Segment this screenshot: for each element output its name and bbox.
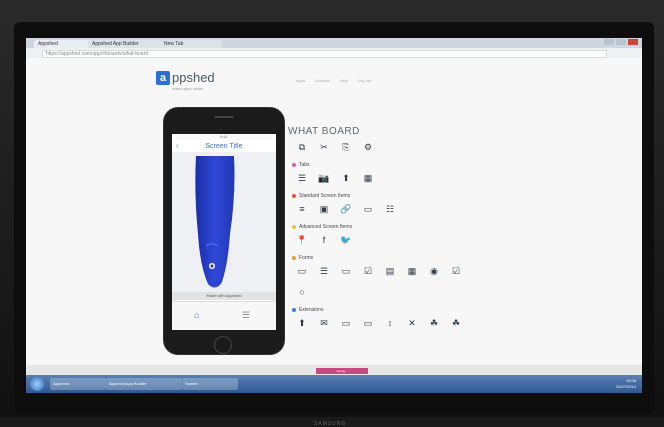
facebook-icon[interactable]: f — [316, 235, 332, 251]
clock-date: 01/07/2014 — [615, 384, 636, 389]
nav-item[interactable]: Apps — [296, 78, 305, 83]
section-dot — [292, 163, 296, 167]
logo-subtitle: make apps online — [172, 86, 204, 91]
board-title: WHAT BOARD — [288, 126, 360, 137]
clover-icon[interactable]: ☘ — [448, 318, 464, 334]
radio-icon[interactable]: ◉ — [426, 266, 442, 282]
phone-screen: 9:41 ‹ Screen Title Made with Appshed ⌂ … — [172, 134, 276, 330]
minimize-button[interactable] — [604, 39, 614, 45]
home-icon[interactable]: ⌂ — [194, 310, 199, 320]
progress-indicator: saving... — [316, 368, 368, 374]
monitor-brand: SAMSUNG — [314, 421, 347, 427]
tabs-icons: ☰ 📷 ⬆ ▦ — [294, 173, 588, 189]
grid-icon[interactable]: ▦ — [360, 173, 376, 189]
page: a ppshed make apps online Apps Account H… — [26, 58, 642, 375]
select-icon[interactable]: ▤ — [382, 266, 398, 282]
browser-tab[interactable]: Appshed — [34, 40, 94, 48]
twitter-icon[interactable]: 🐦 — [338, 235, 354, 251]
widget-icon[interactable]: ▭ — [338, 318, 354, 334]
taskbar-item[interactable]: Screen — [182, 378, 238, 390]
section-dot — [292, 225, 296, 229]
circle-icon[interactable]: ○ — [294, 287, 310, 303]
button-icon[interactable]: ▭ — [360, 204, 376, 220]
widget-icon[interactable]: ▭ — [360, 318, 376, 334]
logo[interactable]: a ppshed — [156, 70, 215, 85]
section-dot — [292, 194, 296, 198]
link-icon[interactable]: 🔗 — [338, 204, 354, 220]
nav-item[interactable]: Log out — [358, 78, 371, 83]
table-icon[interactable]: ☷ — [382, 204, 398, 220]
nav-item[interactable]: Account — [315, 78, 329, 83]
copy-icon[interactable]: ⧉ — [294, 142, 310, 158]
phone-footer: Made with Appshed — [172, 292, 276, 300]
maximize-button[interactable] — [616, 39, 626, 45]
section-standard-items: Standard Screen Items — [292, 193, 588, 199]
logo-mark: a — [156, 70, 170, 85]
paste-icon[interactable]: ⎘ — [338, 142, 354, 158]
clover-icon[interactable]: ☘ — [426, 318, 442, 334]
screen-title: Screen Title — [205, 142, 243, 150]
monitor-screen: Appshed Appshed App Builder New Tab http… — [26, 38, 642, 393]
browser-tab[interactable]: Appshed App Builder — [88, 40, 166, 48]
section-dot — [292, 256, 296, 260]
password-icon[interactable]: ▭ — [338, 266, 354, 282]
settings-icon[interactable]: ⚙ — [360, 142, 376, 158]
advanced-icons: 📍 f 🐦 — [294, 235, 588, 251]
phone-preview: 9:41 ‹ Screen Title Made with Appshed ⌂ … — [164, 108, 284, 354]
phone-tabbar: ⌂ ☰ — [172, 301, 276, 330]
text-icon[interactable]: ≡ — [294, 204, 310, 220]
taskbar: Appshed Appshed App Builder Screen 12:05… — [26, 375, 642, 393]
browser-tab[interactable]: New Tab — [160, 40, 222, 48]
phone-home-button — [214, 336, 232, 354]
start-button[interactable] — [30, 377, 44, 391]
close-icon[interactable]: ✕ — [404, 318, 420, 334]
section-tabs: Tabs — [292, 162, 588, 168]
builder-panel: WHAT BOARD ⧉ ✂ ⎘ ⚙ Tabs ☰ 📷 ⬆ ▦ Standard… — [288, 126, 588, 334]
textarea-icon[interactable]: ☰ — [316, 266, 332, 282]
extensions-icons: ⬆ ✉ ▭ ▭ ↕ ✕ ☘ ☘ — [294, 318, 588, 334]
map-pin-icon[interactable]: 📍 — [294, 235, 310, 251]
resize-icon[interactable]: ↕ — [382, 318, 398, 334]
logo-text: ppshed — [172, 70, 215, 85]
window-controls — [604, 39, 638, 45]
drawing-image — [195, 156, 235, 288]
phone-header: ‹ Screen Title — [172, 140, 276, 152]
cut-icon[interactable]: ✂ — [316, 142, 332, 158]
image-icon[interactable]: ▣ — [316, 204, 332, 220]
nav-item[interactable]: Help — [340, 78, 348, 83]
camera-icon[interactable]: 📷 — [316, 173, 332, 189]
top-nav: Apps Account Help Log out — [296, 78, 371, 83]
section-forms: Forms — [292, 255, 588, 261]
submit-icon[interactable]: ☑ — [448, 266, 464, 282]
date-icon[interactable]: ▦ — [404, 266, 420, 282]
forms-icons-row2: ○ — [294, 287, 588, 303]
toolbar-icons: ⧉ ✂ ⎘ ⚙ — [294, 142, 588, 158]
photo: SAMSUNG Appshed Appshed App Builder New … — [0, 0, 664, 427]
section-advanced-items: Advanced Screen Items — [292, 224, 588, 230]
taskbar-item[interactable]: Appshed — [50, 378, 106, 390]
section-extensions: Extensions — [292, 307, 588, 313]
upload-icon[interactable]: ⬆ — [338, 173, 354, 189]
textbox-icon[interactable]: ▭ — [294, 266, 310, 282]
checkbox-icon[interactable]: ☑ — [360, 266, 376, 282]
back-icon[interactable]: ‹ — [176, 143, 178, 150]
standard-icons: ≡ ▣ 🔗 ▭ ☷ — [294, 204, 588, 220]
mail-icon[interactable]: ✉ — [316, 318, 332, 334]
list-icon[interactable]: ☰ — [242, 310, 250, 321]
taskbar-clock: 12:05 01/07/2014 — [616, 378, 636, 390]
taskbar-item[interactable]: Appshed App Builder — [106, 378, 182, 390]
list-icon[interactable]: ☰ — [294, 173, 310, 189]
forms-icons: ▭ ☰ ▭ ☑ ▤ ▦ ◉ ☑ — [294, 266, 588, 282]
close-button[interactable] — [628, 39, 638, 45]
share-icon[interactable]: ⬆ — [294, 318, 310, 334]
url-input[interactable]: https://appshed.com/app/#/boards/what-bo… — [42, 50, 607, 58]
phone-speaker — [214, 116, 234, 118]
section-dot — [292, 308, 296, 312]
phone-screen-body — [172, 152, 276, 292]
browser-tabstrip: Appshed Appshed App Builder New Tab — [26, 38, 642, 48]
